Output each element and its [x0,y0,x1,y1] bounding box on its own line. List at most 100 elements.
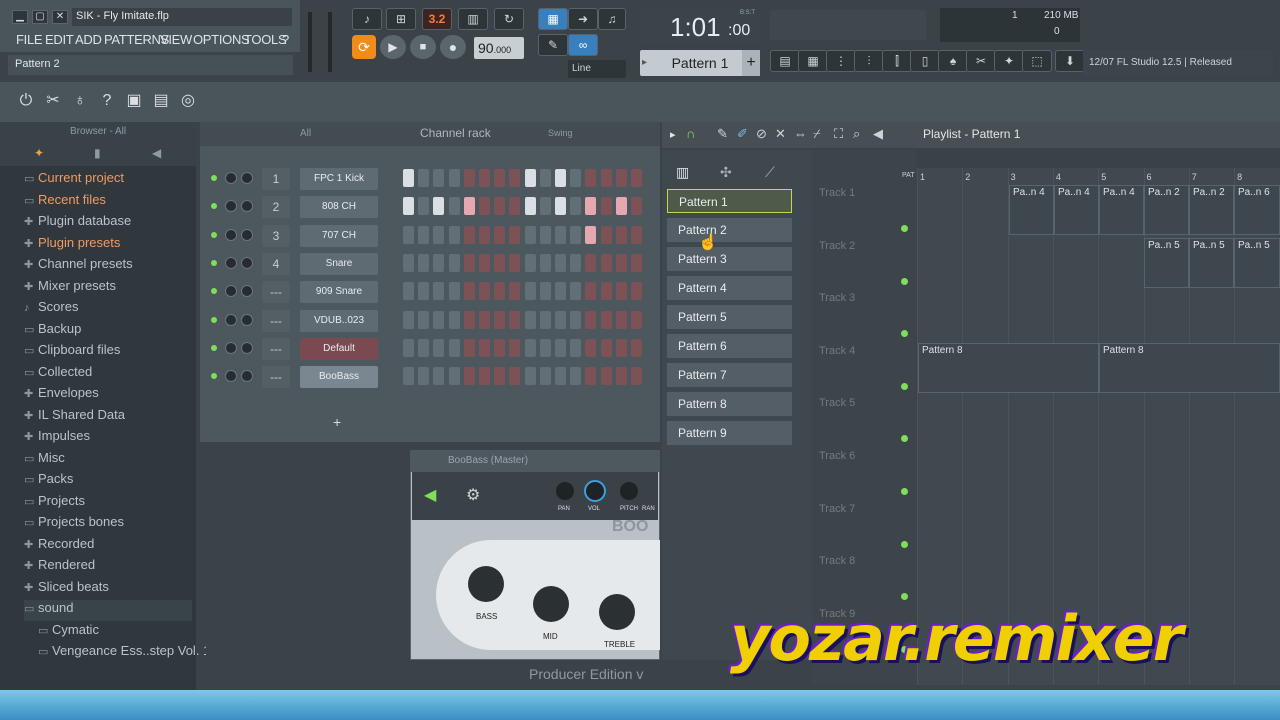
step-button[interactable] [600,338,612,357]
step-button[interactable] [479,367,490,386]
step-button[interactable] [570,338,582,357]
slip-tool-icon[interactable]: ⇔ [794,126,807,141]
step-button[interactable] [555,367,566,386]
step-button[interactable] [539,197,551,216]
step-button[interactable] [585,367,597,386]
maximize-button[interactable]: ▢ [32,10,48,24]
step-button[interactable] [555,169,566,187]
step-button[interactable] [433,253,445,272]
stop-icon[interactable]: ■ [410,35,436,59]
channel-mixer-track[interactable]: --- [262,281,290,304]
step-button[interactable] [433,169,445,187]
channel-name-button[interactable]: Snare [300,252,378,275]
pattern-list-item[interactable]: Pattern 5 [667,305,792,329]
step-button[interactable] [600,225,612,244]
channel-enable-led[interactable] [211,288,217,295]
close-button[interactable]: ✕ [52,10,68,24]
step-button[interactable] [539,225,551,244]
step-button[interactable] [403,367,414,386]
track-led[interactable] [901,277,908,285]
track-header[interactable]: Track 1 [816,184,910,236]
track-header[interactable]: Track 8 [816,552,910,604]
step-button[interactable] [524,338,536,357]
step-button[interactable] [509,253,521,272]
chat-icon[interactable]: ◎ [176,88,200,114]
step-button[interactable] [403,253,414,272]
master-pitch-slider[interactable] [328,12,332,72]
step-button[interactable] [585,169,597,187]
channel-volume-knob[interactable] [241,200,253,213]
wand-icon[interactable]: ✂ [966,50,996,72]
step-button[interactable] [615,338,627,357]
track-led[interactable] [901,488,908,495]
step-button[interactable] [570,225,582,244]
step-button[interactable] [524,367,536,386]
step-button[interactable] [463,225,475,244]
wrench-icon[interactable]: ⚙ [466,485,480,505]
step-button[interactable] [433,282,445,301]
play-icon[interactable]: ▶ [380,35,406,59]
step-button[interactable] [479,338,490,357]
pattern-list-item[interactable]: Pattern 3 [667,247,792,271]
step-button[interactable] [494,169,506,187]
step-button[interactable] [448,253,460,272]
browser-item[interactable]: ▭ Vengeance Ess..step Vol. 1 [38,643,206,664]
channel-pan-knob[interactable] [225,341,237,354]
step-button[interactable] [418,367,430,386]
step-button[interactable] [570,282,582,301]
channel-enable-led[interactable] [211,231,217,238]
playlist-clip[interactable]: Pattern 8 [1099,343,1280,393]
minimize-button[interactable]: ▁ [12,10,28,24]
step-button[interactable] [631,225,642,244]
step-button[interactable] [539,253,551,272]
add-pattern-button[interactable]: + [742,50,760,76]
file-icon[interactable]: ▯ [910,50,940,72]
step-button[interactable] [494,338,506,357]
tools-icon[interactable]: ✦ [994,50,1024,72]
step-button[interactable] [631,169,642,187]
step-button[interactable] [448,367,460,386]
channel-volume-knob[interactable] [241,228,253,241]
delete-tool-icon[interactable]: ⊘ [756,126,767,142]
channel-rack-icon[interactable]: ⋮ [826,50,856,72]
pattern-list-item[interactable]: Pattern 6 [667,334,792,358]
channel-filter[interactable]: All [300,128,311,139]
step-button[interactable] [509,282,521,301]
loop-record-icon[interactable]: ↻ [494,8,524,30]
browser-item[interactable]: ✚ Sliced beats [24,579,192,600]
playlist-clip[interactable]: Pa..n 2 [1144,185,1189,235]
playlist-clip[interactable]: Pa..n 4 [1054,185,1099,235]
playlist-clip[interactable]: Pa..n 6 [1234,185,1280,235]
step-button[interactable] [631,338,642,357]
screen-icon[interactable]: ⬚ [1022,50,1052,72]
step-button[interactable] [509,310,521,329]
step-button[interactable] [600,197,612,216]
step-button[interactable] [600,282,612,301]
step-button[interactable] [555,253,566,272]
add-channel-button[interactable]: + [333,414,341,430]
track-led[interactable] [901,382,908,390]
step-button[interactable] [631,282,642,301]
pattern-list-item[interactable]: Pattern 4 [667,276,792,300]
channel-enable-led[interactable] [211,175,217,181]
step-button[interactable] [433,197,445,216]
piano-roll-icon[interactable]: ▦ [798,50,828,72]
step-button[interactable] [463,282,475,301]
step-button[interactable] [418,338,430,357]
step-button[interactable] [448,225,460,244]
browser-item[interactable]: ▭ Recent files [24,192,192,213]
piano-icon[interactable]: ▥ [676,164,689,181]
zoom-tool-icon[interactable]: ⌕ [853,126,860,142]
step-button[interactable] [494,225,506,244]
channel-pan-knob[interactable] [225,172,237,184]
playlist-clip[interactable]: Pa..n 5 [1144,238,1189,288]
step-button[interactable] [448,169,460,187]
step-button[interactable] [463,367,475,386]
link-icon[interactable]: ∞ [568,34,598,56]
step-button[interactable] [403,310,414,329]
step-button[interactable] [539,338,551,357]
step-button[interactable] [555,197,566,216]
step-button[interactable] [555,225,566,244]
playback-tool-icon[interactable]: ◀ [873,126,883,142]
step-button[interactable] [570,197,582,216]
